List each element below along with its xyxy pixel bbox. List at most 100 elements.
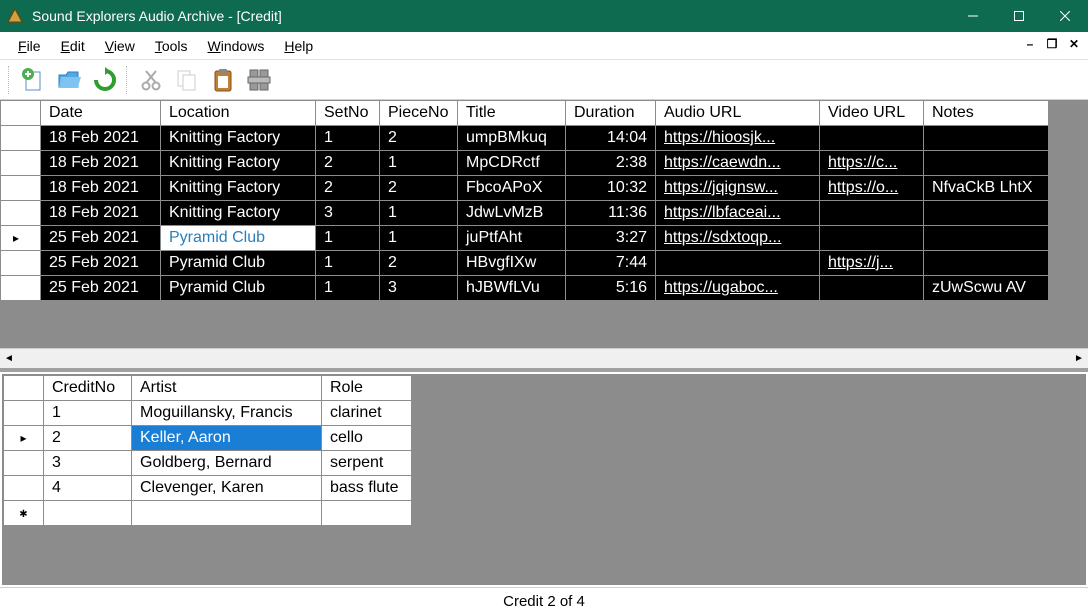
row-indicator[interactable] xyxy=(1,201,41,226)
menu-file[interactable]: File xyxy=(8,34,51,58)
cell-duration[interactable]: 14:04 xyxy=(566,126,656,151)
cell-setno[interactable]: 2 xyxy=(316,176,380,201)
cell-pieceno[interactable]: 2 xyxy=(380,251,458,276)
row-indicator[interactable] xyxy=(1,276,41,301)
pieces-grid[interactable]: DateLocationSetNoPieceNoTitleDurationAud… xyxy=(0,100,1088,348)
row-indicator[interactable] xyxy=(4,426,44,451)
cell-creditno[interactable]: 3 xyxy=(44,451,132,476)
cell-audio[interactable]: https://hioosjk... xyxy=(656,126,820,151)
cell-role[interactable]: bass flute xyxy=(322,476,412,501)
cell-title[interactable]: JdwLvMzB xyxy=(458,201,566,226)
new-row-indicator[interactable] xyxy=(4,501,44,526)
cell-role[interactable]: serpent xyxy=(322,451,412,476)
new-icon[interactable] xyxy=(16,63,50,97)
cell-role[interactable]: clarinet xyxy=(322,401,412,426)
cell-role[interactable]: cello xyxy=(322,426,412,451)
cell-creditno[interactable]: 1 xyxy=(44,401,132,426)
cell-video[interactable]: https://o... xyxy=(820,176,924,201)
cell-title[interactable]: hJBWfLVu xyxy=(458,276,566,301)
cell-audio[interactable]: https://caewdn... xyxy=(656,151,820,176)
column-header[interactable]: CreditNo xyxy=(44,376,132,401)
cell-setno[interactable]: 1 xyxy=(316,251,380,276)
audio-link[interactable]: https://jqignsw... xyxy=(664,179,778,196)
cell-location[interactable]: Pyramid Club xyxy=(161,226,316,251)
audio-link[interactable]: https://lbfaceai... xyxy=(664,204,781,221)
table-row[interactable]: 4 Clevenger, Karen bass flute xyxy=(4,476,412,501)
menu-windows[interactable]: Windows xyxy=(198,34,275,58)
cut-icon[interactable] xyxy=(134,63,168,97)
scroll-left-icon[interactable]: ◄ xyxy=(0,350,18,368)
video-link[interactable]: https://o... xyxy=(828,179,898,196)
table-row[interactable]: 3 Goldberg, Bernard serpent xyxy=(4,451,412,476)
cell-location[interactable]: Knitting Factory xyxy=(161,151,316,176)
column-header[interactable]: Title xyxy=(458,101,566,126)
cell-location[interactable]: Knitting Factory xyxy=(161,201,316,226)
cell-artist[interactable]: Keller, Aaron xyxy=(132,426,322,451)
cell-location[interactable]: Pyramid Club xyxy=(161,276,316,301)
refresh-icon[interactable] xyxy=(88,63,122,97)
table-row[interactable]: 2 Keller, Aaron cello xyxy=(4,426,412,451)
column-header[interactable]: Duration xyxy=(566,101,656,126)
cell-artist[interactable]: Goldberg, Bernard xyxy=(132,451,322,476)
cell-artist[interactable]: Moguillansky, Francis xyxy=(132,401,322,426)
table-row[interactable]: 25 Feb 2021 Pyramid Club 1 1 juPtfAht 3:… xyxy=(1,226,1049,251)
video-link[interactable]: https://j... xyxy=(828,254,893,271)
cell-notes[interactable] xyxy=(924,126,1049,151)
table-row[interactable]: 25 Feb 2021 Pyramid Club 1 3 hJBWfLVu 5:… xyxy=(1,276,1049,301)
column-header[interactable]: SetNo xyxy=(316,101,380,126)
cell-duration[interactable]: 3:27 xyxy=(566,226,656,251)
horizontal-scrollbar[interactable]: ◄ ► xyxy=(0,348,1088,368)
cell-audio[interactable]: https://jqignsw... xyxy=(656,176,820,201)
menu-view[interactable]: View xyxy=(95,34,145,58)
cell-pieceno[interactable]: 1 xyxy=(380,226,458,251)
column-header[interactable]: Date xyxy=(41,101,161,126)
cell-title[interactable]: FbcoAPoX xyxy=(458,176,566,201)
cell-pieceno[interactable]: 1 xyxy=(380,201,458,226)
row-indicator[interactable] xyxy=(1,176,41,201)
cell-title[interactable]: HBvgfIXw xyxy=(458,251,566,276)
cell-pieceno[interactable]: 1 xyxy=(380,151,458,176)
cell-title[interactable]: MpCDRctf xyxy=(458,151,566,176)
cell-notes[interactable]: NfvaCkB LhtX xyxy=(924,176,1049,201)
close-button[interactable] xyxy=(1042,0,1088,32)
cell-creditno[interactable] xyxy=(44,501,132,526)
minimize-button[interactable] xyxy=(950,0,996,32)
table-row[interactable]: 18 Feb 2021 Knitting Factory 2 1 MpCDRct… xyxy=(1,151,1049,176)
cell-setno[interactable]: 1 xyxy=(316,226,380,251)
column-header[interactable]: Location xyxy=(161,101,316,126)
cell-setno[interactable]: 1 xyxy=(316,126,380,151)
export-icon[interactable] xyxy=(242,63,276,97)
cell-creditno[interactable]: 4 xyxy=(44,476,132,501)
audio-link[interactable]: https://caewdn... xyxy=(664,154,781,171)
cell-location[interactable]: Knitting Factory xyxy=(161,176,316,201)
cell-setno[interactable]: 3 xyxy=(316,201,380,226)
cell-date[interactable]: 18 Feb 2021 xyxy=(41,126,161,151)
cell-video[interactable]: https://j... xyxy=(820,251,924,276)
menu-help[interactable]: Help xyxy=(274,34,323,58)
paste-icon[interactable] xyxy=(206,63,240,97)
maximize-button[interactable] xyxy=(996,0,1042,32)
cell-title[interactable]: umpBMkuq xyxy=(458,126,566,151)
row-indicator[interactable] xyxy=(1,151,41,176)
menu-edit[interactable]: Edit xyxy=(51,34,95,58)
cell-role[interactable] xyxy=(322,501,412,526)
cell-video[interactable]: https://c... xyxy=(820,151,924,176)
cell-pieceno[interactable]: 2 xyxy=(380,176,458,201)
table-row[interactable]: 1 Moguillansky, Francis clarinet xyxy=(4,401,412,426)
column-header[interactable]: Audio URL xyxy=(656,101,820,126)
cell-date[interactable]: 25 Feb 2021 xyxy=(41,276,161,301)
cell-date[interactable]: 18 Feb 2021 xyxy=(41,151,161,176)
cell-video[interactable] xyxy=(820,226,924,251)
menu-tools[interactable]: Tools xyxy=(145,34,198,58)
cell-notes[interactable]: zUwScwu AV xyxy=(924,276,1049,301)
cell-duration[interactable]: 10:32 xyxy=(566,176,656,201)
cell-audio[interactable] xyxy=(656,251,820,276)
column-header[interactable]: Artist xyxy=(132,376,322,401)
cell-date[interactable]: 25 Feb 2021 xyxy=(41,226,161,251)
cell-location[interactable]: Knitting Factory xyxy=(161,126,316,151)
table-row[interactable]: 18 Feb 2021 Knitting Factory 2 2 FbcoAPo… xyxy=(1,176,1049,201)
column-header[interactable]: Role xyxy=(322,376,412,401)
cell-artist[interactable] xyxy=(132,501,322,526)
cell-creditno[interactable]: 2 xyxy=(44,426,132,451)
cell-setno[interactable]: 2 xyxy=(316,151,380,176)
